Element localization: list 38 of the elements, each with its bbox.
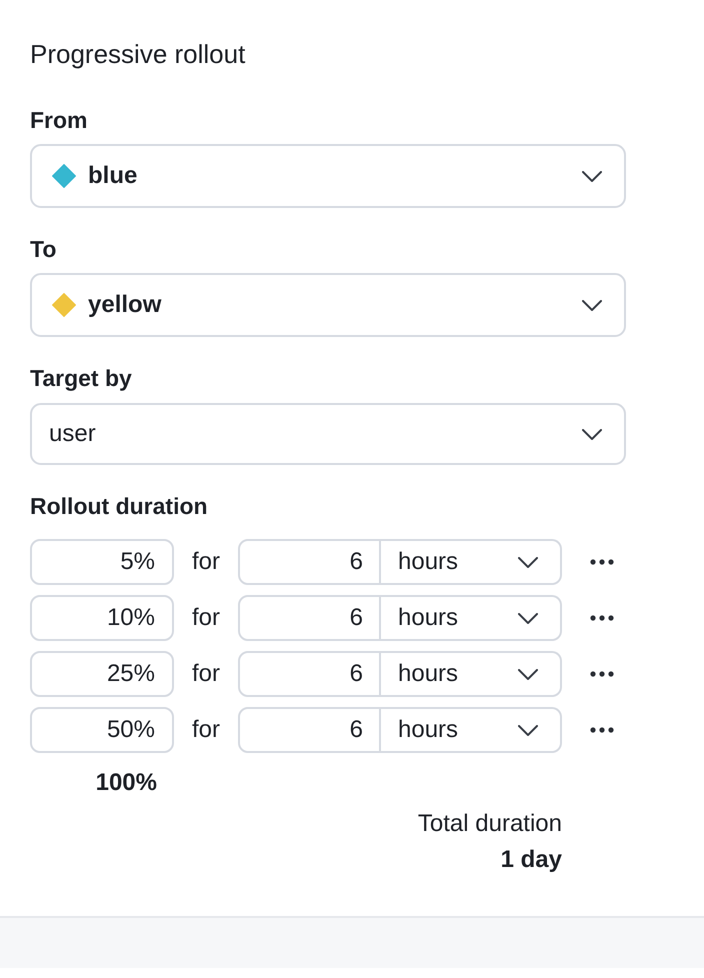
- percent-field[interactable]: 10%: [30, 595, 174, 641]
- chevron-down-icon: [518, 724, 538, 736]
- dropdown-select[interactable]: blue: [30, 144, 626, 208]
- more-icon[interactable]: [590, 727, 614, 733]
- field-label: To: [30, 235, 56, 264]
- dropdown-select[interactable]: user: [30, 403, 626, 465]
- unit-select[interactable]: hours: [381, 651, 562, 697]
- chevron-down-icon: [582, 428, 602, 440]
- total-duration-label: Total duration: [418, 809, 562, 839]
- amount-field[interactable]: 6: [238, 595, 381, 641]
- total-duration-value: 1 day: [500, 845, 562, 875]
- field-label: Target by: [30, 364, 132, 393]
- dropdown-select[interactable]: yellow: [30, 273, 626, 337]
- for-text: for: [190, 603, 221, 633]
- percent-field[interactable]: 5%: [30, 539, 174, 585]
- chevron-down-icon: [518, 668, 538, 680]
- unit-select[interactable]: hours: [381, 707, 562, 753]
- amount-field[interactable]: 6: [238, 651, 381, 697]
- panel-title: Progressive rollout: [30, 38, 246, 71]
- for-text: for: [190, 659, 221, 689]
- section-label: Rollout duration: [30, 492, 208, 521]
- unit-select[interactable]: hours: [381, 595, 562, 641]
- more-icon[interactable]: [590, 559, 614, 565]
- field-label: From: [30, 106, 88, 135]
- more-icon[interactable]: [590, 615, 614, 621]
- chevron-down-icon: [582, 300, 602, 310]
- more-icon[interactable]: [590, 671, 614, 677]
- amount-field[interactable]: 6: [238, 707, 381, 753]
- for-text: for: [190, 547, 221, 577]
- chevron-down-icon: [518, 556, 538, 568]
- for-text: for: [190, 715, 221, 745]
- chevron-down-icon: [518, 612, 538, 624]
- percent-field[interactable]: 25%: [30, 651, 174, 697]
- final-percent: 100%: [96, 769, 157, 797]
- percent-field[interactable]: 50%: [30, 707, 174, 753]
- unit-select[interactable]: hours: [381, 539, 562, 585]
- chevron-down-icon: [582, 170, 602, 182]
- amount-field[interactable]: 6: [238, 539, 381, 585]
